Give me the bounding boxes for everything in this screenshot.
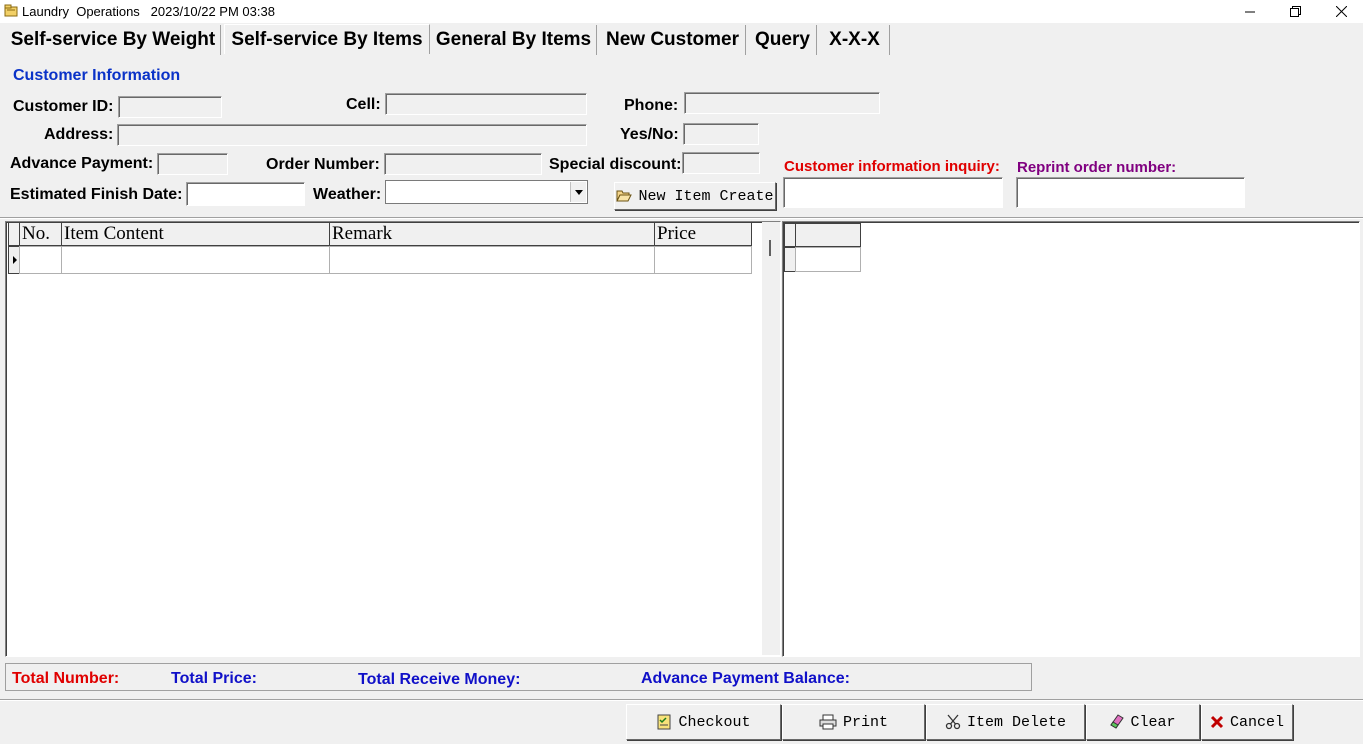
- detail-grid[interactable]: [782, 221, 1360, 657]
- window-title: Laundry Operations 2023/10/22 PM 03:38: [22, 4, 275, 19]
- checkout-label: Checkout: [678, 713, 751, 731]
- tab-self-service-by-weight[interactable]: Self-service By Weight: [6, 25, 221, 55]
- restore-icon: [1289, 6, 1301, 17]
- reprint-order-label: Reprint order number:: [1017, 159, 1177, 176]
- item-delete-button[interactable]: Item Delete: [926, 704, 1085, 740]
- advance-payment-label: Advance Payment:: [10, 155, 154, 172]
- cell-no[interactable]: [19, 246, 62, 274]
- print-label: Print: [842, 713, 888, 731]
- weather-select[interactable]: [385, 180, 588, 204]
- order-number-label: Order Number:: [266, 156, 380, 173]
- eraser-icon: [1110, 714, 1125, 729]
- close-icon: [1335, 6, 1347, 17]
- close-window-button[interactable]: [1318, 0, 1363, 23]
- restore-button[interactable]: [1272, 0, 1318, 23]
- item-delete-label: Item Delete: [966, 713, 1067, 731]
- vertical-scrollbar[interactable]: [762, 222, 780, 655]
- customer-inquiry-field[interactable]: [783, 177, 1003, 208]
- cell-field[interactable]: [385, 93, 587, 115]
- row-pointer-icon: [13, 256, 17, 264]
- tab-self-service-by-items[interactable]: Self-service By Items: [224, 24, 430, 54]
- weather-label: Weather:: [313, 186, 382, 203]
- minimize-button[interactable]: [1227, 0, 1273, 23]
- cell-remark[interactable]: [329, 246, 655, 274]
- items-grid[interactable]: [5, 221, 781, 657]
- estimated-finish-date-label: Estimated Finish Date:: [10, 186, 183, 203]
- cell-price[interactable]: [654, 246, 752, 274]
- column-header-item-content[interactable]: Item Content: [61, 222, 330, 246]
- section-title: Customer Information: [13, 67, 181, 84]
- clear-button[interactable]: Clear: [1086, 704, 1200, 740]
- title-bar: Laundry Operations 2023/10/22 PM 03:38: [0, 0, 1363, 23]
- cancel-x-icon: [1210, 715, 1224, 729]
- new-item-create-label: New Item Create: [638, 187, 774, 205]
- tab-query[interactable]: Query: [749, 25, 817, 55]
- address-field[interactable]: [117, 124, 587, 146]
- cell-item-content[interactable]: [61, 246, 330, 274]
- scissors-icon: [945, 714, 961, 730]
- cancel-label: Cancel: [1229, 713, 1284, 731]
- special-discount-field[interactable]: [682, 152, 760, 174]
- tab-general-by-items[interactable]: General By Items: [431, 25, 597, 55]
- printer-icon: [819, 714, 837, 730]
- estimated-finish-date-field[interactable]: [186, 182, 305, 206]
- clear-label: Clear: [1130, 713, 1176, 731]
- print-button[interactable]: Print: [782, 704, 925, 740]
- special-discount-label: Special discount:: [549, 156, 682, 173]
- folder-open-icon: [616, 190, 633, 202]
- advance-payment-balance-label: Advance Payment Balance:: [641, 670, 850, 687]
- address-label: Address:: [44, 126, 114, 143]
- customer-id-field[interactable]: [118, 96, 222, 118]
- customer-inquiry-label: Customer information inquiry:: [784, 158, 1000, 175]
- customer-id-label: Customer ID:: [13, 98, 114, 115]
- column-header-remark[interactable]: Remark: [329, 222, 655, 246]
- column-header-no[interactable]: No.: [19, 222, 62, 246]
- total-receive-money-label: Total Receive Money:: [358, 671, 521, 688]
- new-item-create-button[interactable]: New Item Create: [614, 182, 776, 210]
- advance-payment-field[interactable]: [157, 153, 228, 175]
- bottom-divider: [0, 699, 1363, 701]
- tab-new-customer[interactable]: New Customer: [600, 25, 746, 55]
- divider: [0, 217, 1363, 219]
- detail-column-header[interactable]: [795, 223, 861, 247]
- checkout-icon: [657, 714, 671, 730]
- scrollbar-thumb[interactable]: [769, 240, 771, 256]
- total-price-label: Total Price:: [171, 670, 257, 687]
- chevron-down-icon[interactable]: [570, 182, 586, 202]
- minimize-icon: [1245, 11, 1255, 12]
- reprint-order-field[interactable]: [1016, 177, 1245, 208]
- app-icon: [4, 4, 18, 17]
- order-number-field[interactable]: [384, 153, 542, 175]
- total-number-label: Total Number:: [12, 670, 120, 687]
- detail-cell[interactable]: [795, 247, 861, 272]
- phone-label: Phone:: [624, 97, 679, 114]
- cancel-button[interactable]: Cancel: [1201, 704, 1293, 740]
- phone-field[interactable]: [684, 92, 880, 114]
- yesno-label: Yes/No:: [620, 126, 679, 143]
- cell-label: Cell:: [346, 96, 381, 113]
- tab-x-x-x[interactable]: X-X-X: [820, 25, 890, 55]
- yesno-field[interactable]: [683, 123, 759, 145]
- checkout-button[interactable]: Checkout: [626, 704, 781, 740]
- column-header-price[interactable]: Price: [654, 222, 752, 246]
